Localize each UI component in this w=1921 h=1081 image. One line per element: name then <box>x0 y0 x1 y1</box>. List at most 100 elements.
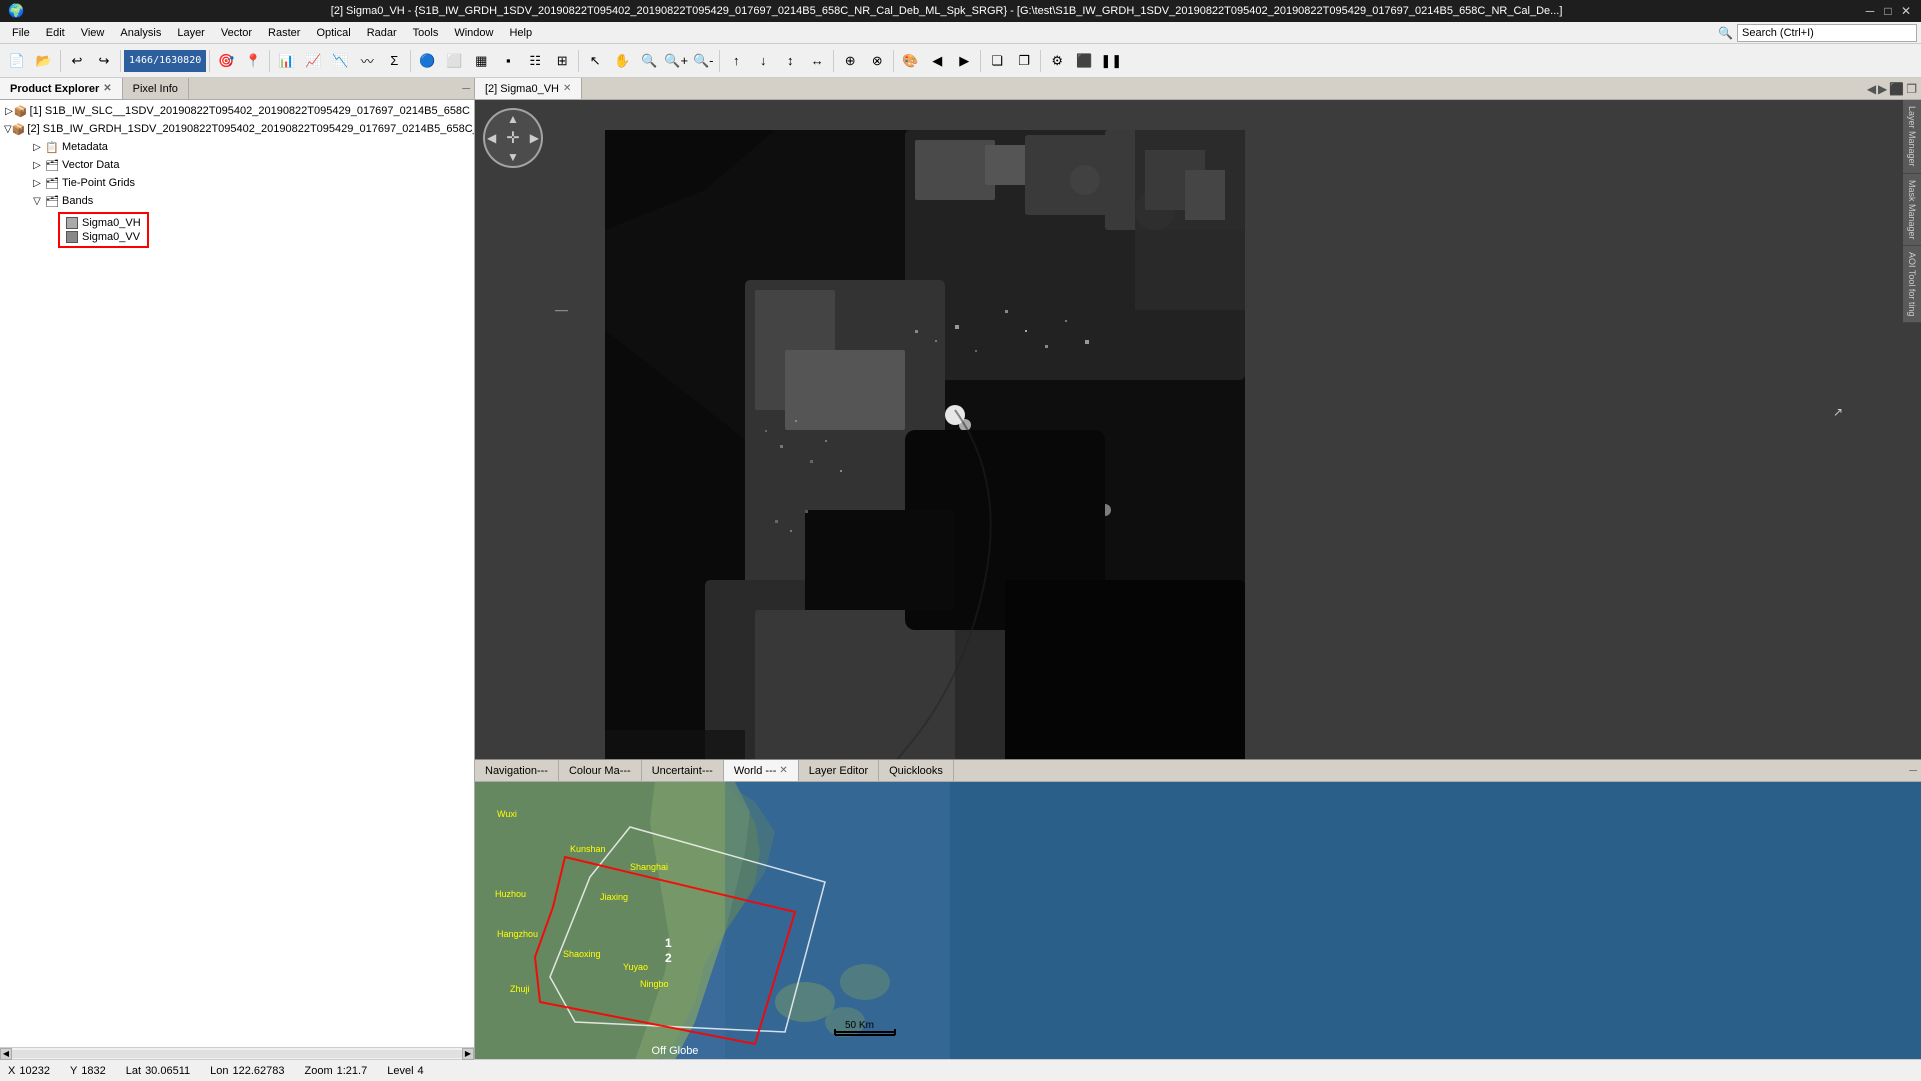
tab-uncertainty[interactable]: Uncertaint--- <box>642 760 724 781</box>
layer-btn2[interactable]: ⬜ <box>441 48 467 74</box>
compass-east-icon[interactable]: ▶ <box>530 131 539 145</box>
scatterplot-button[interactable]: 📉 <box>327 48 353 74</box>
image-maximize-icon[interactable]: ⬛ <box>1889 82 1904 96</box>
compass-west-icon[interactable]: ◀ <box>487 131 496 145</box>
tab-pixel-info[interactable]: Pixel Info <box>123 78 189 99</box>
tree-bands[interactable]: ▽ 🗂 Bands <box>2 192 472 210</box>
expander-vector[interactable]: ▷ <box>30 158 44 172</box>
tab-navigation[interactable]: Navigation--- <box>475 760 559 781</box>
redo-button[interactable]: ↪ <box>91 48 117 74</box>
tab-next-arrow[interactable]: ▶ <box>1878 82 1887 96</box>
magnify-button[interactable]: 🔍 <box>636 48 662 74</box>
tree-vector-data[interactable]: ▷ 🗂 Vector Data <box>2 156 472 174</box>
expander-metadata[interactable]: ▷ <box>30 140 44 154</box>
layer-manager-handle[interactable]: Layer Manager <box>1903 100 1921 174</box>
tab-layer-editor[interactable]: Layer Editor <box>799 760 879 781</box>
expander-p1[interactable]: ▷ <box>4 104 14 118</box>
tree-product-1[interactable]: ▷ 📦 [1] S1B_IW_SLC__1SDV_20190822T095402… <box>2 102 472 120</box>
select-button[interactable]: ↕ <box>777 48 803 74</box>
scroll-left-button[interactable]: ◀ <box>0 1048 12 1060</box>
gcp-button[interactable]: ⊕ <box>837 48 863 74</box>
profile-button[interactable]: 〰 <box>354 48 380 74</box>
menu-tools[interactable]: Tools <box>405 25 447 41</box>
menu-radar[interactable]: Radar <box>359 25 405 41</box>
zoom-in-button[interactable]: 🔍+ <box>663 48 689 74</box>
pan-button[interactable]: ✋ <box>609 48 635 74</box>
expander-tie[interactable]: ▷ <box>30 176 44 190</box>
compass-north-icon[interactable]: ▲ <box>507 112 519 126</box>
hscroll-track[interactable] <box>12 1050 462 1058</box>
close-button[interactable]: ✕ <box>1899 4 1913 18</box>
tile-button[interactable]: ❏ <box>984 48 1010 74</box>
menu-layer[interactable]: Layer <box>169 25 213 41</box>
layer-btn6[interactable]: ⊞ <box>549 48 575 74</box>
mask-manager-handle[interactable]: Mask Manager <box>1903 174 1921 247</box>
tab-prev-arrow[interactable]: ◀ <box>1867 82 1876 96</box>
toolbar: 📄 📂 ↩ ↪ 1466/1630820 🎯 📍 📊 📈 📉 〰 Σ 🔵 ⬜ ▦… <box>0 44 1921 78</box>
image-tab-close-icon[interactable]: ✕ <box>563 83 571 94</box>
statistic-button[interactable]: Σ <box>381 48 407 74</box>
panel-minimize-icon[interactable]: ─ <box>462 83 470 95</box>
world-tab-close-icon[interactable]: ✕ <box>779 765 787 776</box>
aoi-tool-handle[interactable]: AOI Tool for ting <box>1903 246 1921 323</box>
pin-button[interactable]: 📍 <box>240 48 266 74</box>
config-button[interactable]: ⚙ <box>1044 48 1070 74</box>
cursor-button[interactable]: ↖ <box>582 48 608 74</box>
menu-file[interactable]: File <box>4 25 38 41</box>
menu-vector[interactable]: Vector <box>213 25 260 41</box>
menu-optical[interactable]: Optical <box>308 25 358 41</box>
image-tab-sigma0vh[interactable]: [2] Sigma0_VH ✕ <box>475 78 582 99</box>
open-button[interactable]: 📂 <box>31 48 57 74</box>
next-button[interactable]: ▶ <box>951 48 977 74</box>
image-restore-icon[interactable]: ❐ <box>1906 82 1917 96</box>
menu-raster[interactable]: Raster <box>260 25 308 41</box>
band-sigma0-vv[interactable]: Sigma0_VV <box>66 230 141 244</box>
tab-colour-map[interactable]: Colour Ma--- <box>559 760 642 781</box>
expand-button[interactable]: ⬛ <box>1071 48 1097 74</box>
tree-metadata[interactable]: ▷ 📋 Metadata <box>2 138 472 156</box>
minimize-button[interactable]: ─ <box>1863 4 1877 18</box>
tree-tiepoint-grids[interactable]: ▷ 🗂 Tie-Point Grids <box>2 174 472 192</box>
band-sigma0-vh[interactable]: Sigma0_VH <box>66 216 141 230</box>
scroll-right-button[interactable]: ▶ <box>462 1048 474 1060</box>
new-button[interactable]: 📄 <box>4 48 30 74</box>
extra-button[interactable]: ❚❚ <box>1098 48 1124 74</box>
spectrum-button[interactable]: 📊 <box>273 48 299 74</box>
layer-btn4[interactable]: ▪ <box>495 48 521 74</box>
bottom-tab-bar: Navigation--- Colour Ma--- Uncertaint---… <box>475 760 1921 782</box>
menu-window[interactable]: Window <box>446 25 501 41</box>
colormap-button[interactable]: 🎨 <box>897 48 923 74</box>
menu-edit[interactable]: Edit <box>38 25 73 41</box>
bottom-minimize-icon[interactable]: ─ <box>1909 765 1917 777</box>
tab-world[interactable]: World --- ✕ <box>724 760 799 781</box>
navigation-map[interactable]: Wuxi Kunshan Shanghai Jiaxing Huzhou Han… <box>475 782 1921 1059</box>
maximize-button[interactable]: □ <box>1881 4 1895 18</box>
expander-p2[interactable]: ▽ <box>4 122 12 136</box>
fit-button[interactable]: ↓ <box>750 48 776 74</box>
layer-btn1[interactable]: 🔵 <box>414 48 440 74</box>
prev-button[interactable]: ◀ <box>924 48 950 74</box>
viewport-wrapper: ▲ ▼ ▶ ◀ ✛ ─ <box>475 100 1921 759</box>
compass-south-icon[interactable]: ▼ <box>507 150 519 164</box>
histogram-button[interactable]: 📈 <box>300 48 326 74</box>
sync-button[interactable]: ↑ <box>723 48 749 74</box>
cascade-button[interactable]: ❐ <box>1011 48 1037 74</box>
image-viewport[interactable]: ▲ ▼ ▶ ◀ ✛ ─ <box>475 100 1903 759</box>
tab-quicklooks[interactable]: Quicklooks <box>879 760 954 781</box>
expander-bands[interactable]: ▽ <box>30 194 44 208</box>
tab-product-explorer[interactable]: Product Explorer ✕ <box>0 78 123 99</box>
draw-button[interactable]: ↔ <box>804 48 830 74</box>
tab-nav-arrows: ◀ ▶ ⬛ ❐ <box>1867 82 1921 96</box>
panel-close-icon[interactable]: ✕ <box>103 83 111 94</box>
menu-analysis[interactable]: Analysis <box>112 25 169 41</box>
menu-help[interactable]: Help <box>501 25 540 41</box>
zoom-to-scene[interactable]: 🎯 <box>213 48 239 74</box>
undo-button[interactable]: ↩ <box>64 48 90 74</box>
zoom-out-button[interactable]: 🔍- <box>690 48 716 74</box>
gcp2-button[interactable]: ⊗ <box>864 48 890 74</box>
layer-btn5[interactable]: ☷ <box>522 48 548 74</box>
menu-view[interactable]: View <box>73 25 113 41</box>
search-input[interactable] <box>1737 24 1917 42</box>
tree-product-2[interactable]: ▽ 📦 [2] S1B_IW_GRDH_1SDV_20190822T095402… <box>2 120 472 138</box>
layer-btn3[interactable]: ▦ <box>468 48 494 74</box>
